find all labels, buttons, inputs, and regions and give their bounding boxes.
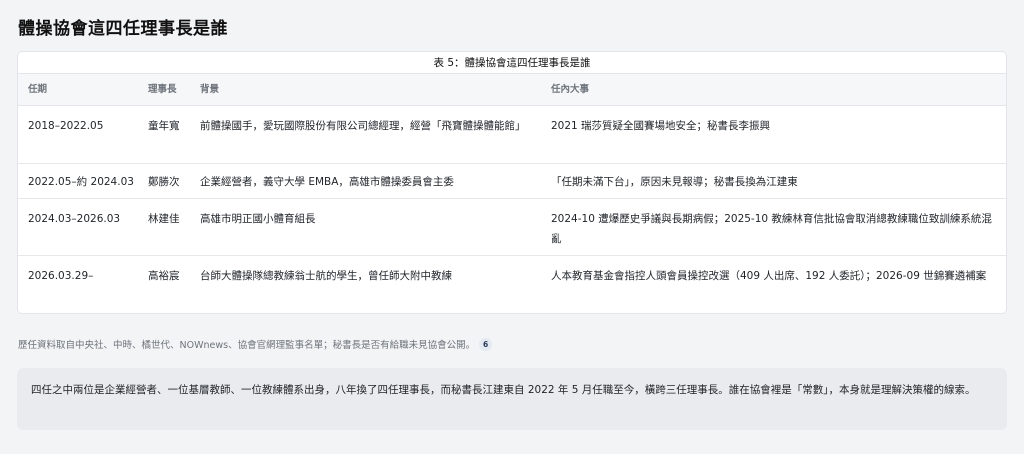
source-note: 歷任資料取自中央社、中時、橘世代、NOWnews、協會官網理監事名單；秘書長是否… <box>18 338 493 353</box>
table-row: 2024.03–2026.03 林建佳 高雄市明正國小體育組長 2024-10 … <box>18 199 1006 256</box>
header-chair: 理事長 <box>148 84 177 95</box>
cell-chair: 高裕宸 <box>148 270 180 282</box>
footnote-badge[interactable]: 6 <box>479 338 493 351</box>
cell-term: 2026.03.29– <box>28 270 94 282</box>
cell-background: 前體操國手，愛玩國際股份有限公司總經理，經營「飛寶體操體能館」 <box>200 120 526 132</box>
cell-chair: 林建佳 <box>148 213 180 225</box>
cell-background: 企業經營者，義守大學 EMBA，高雄市體操委員會主委 <box>200 176 454 188</box>
cell-background: 台師大體操隊總教練翁士航的學生，曾任師大附中教練 <box>200 270 452 282</box>
summary-callout: 四任之中兩位是企業經營者、一位基層教師、一位教練體系出身，八年換了四任理事長，而… <box>17 368 1007 430</box>
table-header: 任期 理事長 背景 任內大事 <box>18 74 1006 106</box>
section-heading: 體操協會這四任理事長是誰 <box>18 19 228 39</box>
cell-term: 2018–2022.05 <box>28 120 104 132</box>
source-text: 歷任資料取自中央社、中時、橘世代、NOWnews、協會官網理監事名單；秘書長是否… <box>18 340 476 351</box>
cell-events: 2024-10 遭爆歷史爭議與長期病假；2025-10 教練林育信批協會取消總教… <box>551 213 992 245</box>
cell-chair: 童年寬 <box>148 120 180 132</box>
header-background: 背景 <box>200 84 220 95</box>
table-row: 2018–2022.05 童年寬 前體操國手，愛玩國際股份有限公司總經理，經營「… <box>18 106 1006 164</box>
cell-events: 「任期未滿下台」，原因未見報導；秘書長換為江建東 <box>551 176 798 188</box>
cell-chair: 鄭勝次 <box>148 176 180 188</box>
cell-background: 高雄市明正國小體育組長 <box>200 213 316 225</box>
header-events: 任內大事 <box>551 84 590 95</box>
cell-term: 2022.05–約 2024.03 <box>28 176 134 188</box>
page: 體操協會這四任理事長是誰 表 5：體操協會這四任理事長是誰 任期 理事長 背景 … <box>0 0 1024 454</box>
cell-events: 2021 瑞莎質疑全國賽場地安全；秘書長李振興 <box>551 120 771 132</box>
header-term: 任期 <box>28 84 48 95</box>
table-caption: 表 5：體操協會這四任理事長是誰 <box>18 52 1006 74</box>
chairs-table: 表 5：體操協會這四任理事長是誰 任期 理事長 背景 任內大事 2018–202… <box>17 51 1007 314</box>
cell-events: 人本教育基金會指控人頭會員操控改選（409 人出席、192 人委託）；2026-… <box>551 270 987 282</box>
cell-term: 2024.03–2026.03 <box>28 213 121 225</box>
table-row: 2026.03.29– 高裕宸 台師大體操隊總教練翁士航的學生，曾任師大附中教練… <box>18 256 1006 313</box>
table-row: 2022.05–約 2024.03 鄭勝次 企業經營者，義守大學 EMBA，高雄… <box>18 164 1006 199</box>
